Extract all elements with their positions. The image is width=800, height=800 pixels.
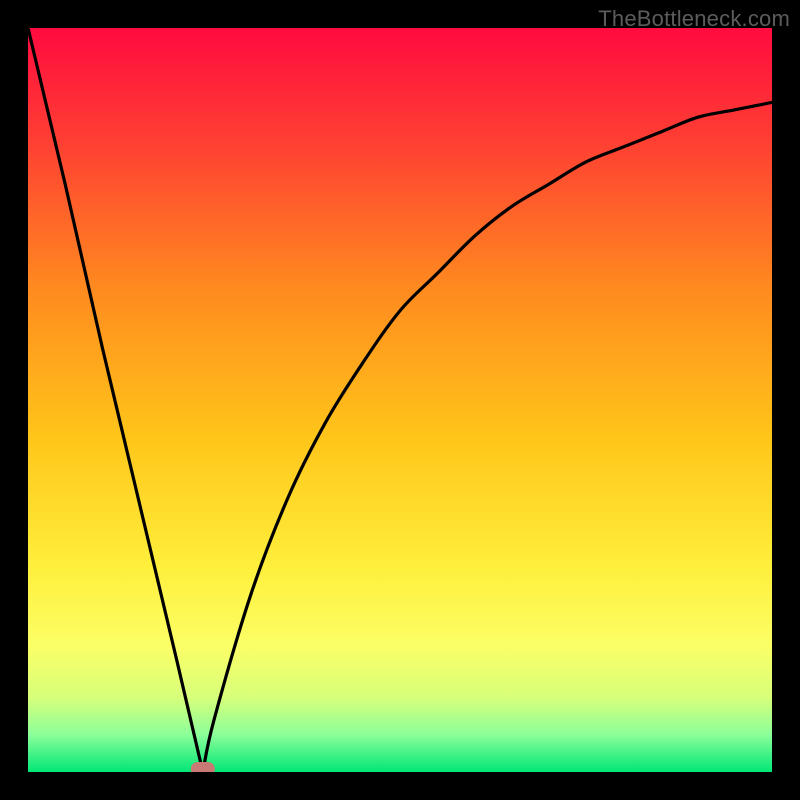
gradient-background: [28, 28, 772, 772]
chart-frame: TheBottleneck.com: [0, 0, 800, 800]
plot-area: [28, 28, 772, 772]
bottleneck-chart: [28, 28, 772, 772]
optimal-point-marker: [191, 762, 215, 772]
